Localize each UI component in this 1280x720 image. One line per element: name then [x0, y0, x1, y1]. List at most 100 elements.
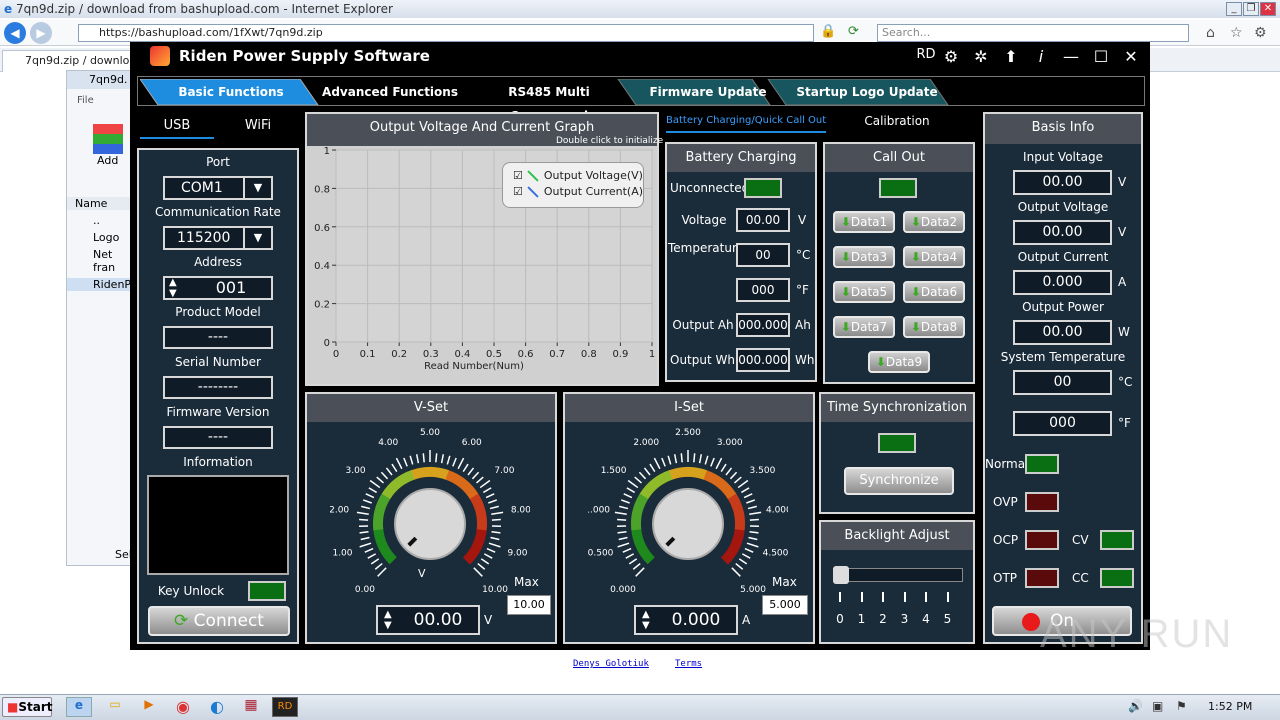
edge-taskbar-icon[interactable]: ◐ — [204, 697, 230, 717]
checkbox-icon[interactable]: ☑ — [513, 169, 523, 182]
backlight-slider-track[interactable] — [833, 568, 963, 582]
media-player-taskbar-icon[interactable]: ▶ — [136, 697, 162, 717]
search-input[interactable]: Search... — [877, 24, 1189, 42]
settings-icon[interactable]: ⚙ — [940, 47, 962, 66]
usb-tab[interactable]: USB — [140, 118, 214, 139]
network-tray-icon[interactable]: ▣ — [1152, 699, 1163, 713]
callout-button-4[interactable]: ⬇Data4 — [903, 246, 965, 268]
basis-unit: V — [1118, 225, 1127, 239]
synchronize-button[interactable]: Synchronize — [844, 467, 954, 495]
browser-tab[interactable]: 7qn9d.zip / download... — [2, 50, 132, 72]
file-item[interactable]: Net fran — [67, 248, 133, 274]
callout-button-5[interactable]: ⬇Data5 — [833, 281, 895, 303]
terms-link[interactable]: Terms — [675, 659, 702, 669]
dial-tick — [617, 518, 627, 521]
refresh-icon[interactable]: ⟳ — [848, 24, 868, 42]
app-minimize-icon[interactable]: — — [1060, 47, 1082, 66]
stepper-arrows-icon[interactable]: ▲ ▼ — [384, 609, 392, 631]
start-button[interactable]: ■Start — [2, 697, 52, 717]
close-window-button[interactable]: ✕ — [1260, 2, 1276, 16]
tab-firmware-update[interactable]: Firmware Update — [636, 80, 780, 104]
upload-arrow-icon[interactable]: ⬆ — [1000, 47, 1022, 66]
favorites-star-icon[interactable]: ☆ — [1230, 25, 1243, 41]
forward-icon[interactable]: ▶ — [30, 22, 52, 44]
winrar-taskbar-icon[interactable]: ▦ — [238, 697, 264, 717]
clock[interactable]: 1:52 PM — [1208, 700, 1252, 713]
callout-button-6[interactable]: ⬇Data6 — [903, 281, 965, 303]
dial-tick-label: 4.00 — [378, 438, 398, 448]
dial-tick — [619, 505, 629, 510]
callout-button-label: Data2 — [920, 215, 958, 229]
x-tick-label: 0.2 — [391, 349, 407, 360]
author-link[interactable]: Denys Golotiuk — [573, 659, 649, 669]
key-unlock-led[interactable] — [248, 581, 286, 601]
refresh-icon: ⟳ — [174, 611, 189, 631]
wifi-tab[interactable]: WiFi — [222, 118, 294, 133]
address-bar[interactable]: https://bashupload.com/1fXwt/7qn9d.zip — [78, 24, 814, 42]
dial-tick — [698, 454, 703, 464]
name-column-header[interactable]: Name — [67, 197, 133, 210]
stepper-arrows-icon[interactable]: ▲ ▼ — [169, 277, 177, 299]
callout-button-8[interactable]: ⬇Data8 — [903, 316, 965, 338]
battery-callout-tab[interactable]: Battery Charging/Quick Call Out — [666, 115, 827, 133]
basis-label: Input Voltage — [1023, 150, 1103, 164]
x-tick-label: 0.1 — [360, 349, 376, 360]
chevron-down-icon[interactable]: ▼ — [243, 228, 271, 248]
chevron-down-icon[interactable]: ▼ — [243, 178, 271, 198]
file-item[interactable]: RidenPo — [67, 278, 137, 291]
file-item[interactable]: .. — [67, 214, 133, 227]
app-close-icon[interactable]: ✕ — [1120, 47, 1142, 66]
dial-tick-label: 4.500 — [763, 548, 788, 558]
riden-taskbar-icon[interactable]: RD — [272, 697, 298, 717]
callout-button-7[interactable]: ⬇Data7 — [833, 316, 895, 338]
folder-taskbar-icon[interactable]: ▭ — [102, 697, 128, 717]
lock-icon[interactable]: 🔒 — [820, 24, 838, 42]
language-icon[interactable]: ✲ — [970, 47, 992, 66]
explorer-menu-file[interactable]: File — [67, 89, 133, 106]
port-select[interactable]: COM1 ▼ — [163, 176, 273, 200]
address-stepper[interactable]: ▲ ▼ 001 — [163, 276, 273, 300]
voltage-dial[interactable]: 0.00 1.00 2.00 3.00 4.00 5.00 6.00 7.00 8.00 9.00… — [330, 424, 530, 599]
callout-button-2[interactable]: ⬇Data2 — [903, 211, 965, 233]
minimize-window-button[interactable]: _ — [1226, 2, 1242, 16]
backlight-slider-thumb[interactable] — [833, 566, 849, 584]
dial-tick — [490, 536, 500, 541]
vset-stepper[interactable]: ▲ ▼ 00.00 — [376, 605, 480, 635]
basis-value: 00 — [1013, 370, 1112, 395]
iset-max-input[interactable]: 5.000 — [762, 595, 808, 615]
checkbox-icon[interactable]: ☑ — [513, 185, 523, 198]
tab-advanced-functions[interactable]: Advanced Functions — [318, 80, 462, 104]
winrar-add-icon[interactable] — [93, 124, 123, 154]
file-item[interactable]: Logo — [67, 231, 133, 244]
iset-stepper[interactable]: ▲ ▼ 0.000 — [634, 605, 738, 635]
app-maximize-icon[interactable]: ☐ — [1090, 47, 1112, 66]
callout-button-3[interactable]: ⬇Data3 — [833, 246, 895, 268]
calibration-tab[interactable]: Calibration — [852, 114, 942, 128]
settings-gear-icon[interactable]: ⚙ — [1254, 25, 1267, 41]
ie-taskbar-icon[interactable]: e — [66, 697, 92, 717]
home-icon[interactable]: ⌂ — [1206, 25, 1215, 41]
add-label: Add — [97, 154, 119, 167]
backlight-scale-tick — [903, 592, 906, 602]
vset-max-input[interactable]: 10.00 — [507, 595, 551, 615]
info-icon[interactable]: i — [1030, 47, 1052, 66]
back-icon[interactable]: ◀ — [4, 22, 26, 44]
backlight-scale-label: 4 — [922, 612, 930, 626]
stepper-arrows-icon[interactable]: ▲ ▼ — [642, 609, 650, 631]
serial-label: Serial Number — [175, 355, 261, 369]
tab-basic-functions[interactable]: Basic Functions — [158, 80, 304, 104]
flag-tray-icon[interactable]: ⚑ — [1176, 699, 1187, 713]
current-dial[interactable]: 0.000 0.500 1.000 1.500 2.000 2.500 3.000 3.500… — [588, 424, 788, 599]
dial-tick — [395, 457, 403, 470]
maximize-window-button[interactable]: ❐ — [1243, 2, 1259, 16]
x-tick-label: 0.5 — [486, 349, 502, 360]
callout-button-9[interactable]: ⬇Data9 — [868, 351, 930, 373]
tab-startup-logo[interactable]: Startup Logo Update — [790, 80, 944, 104]
connect-button[interactable]: ⟳ Connect — [148, 606, 290, 636]
dial-tick — [749, 511, 762, 516]
speaker-tray-icon[interactable]: 🔊 — [1128, 699, 1143, 713]
chrome-taskbar-icon[interactable]: ◉ — [170, 697, 196, 717]
callout-button-1[interactable]: ⬇Data1 — [833, 211, 895, 233]
rate-select[interactable]: 115200 ▼ — [163, 226, 273, 250]
tab-rs485[interactable]: RS485 Multi Correspond — [472, 80, 626, 123]
